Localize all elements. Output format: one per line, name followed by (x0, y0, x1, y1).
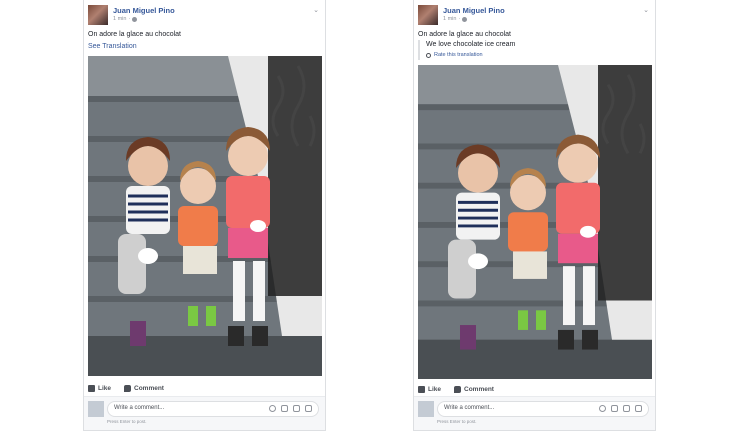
thumbs-up-icon (418, 386, 425, 393)
post-photo[interactable] (88, 56, 322, 376)
comment-placeholder: Write a comment... (114, 405, 165, 411)
photo-image (418, 65, 652, 379)
comment-label: Comment (134, 385, 164, 392)
chevron-down-icon[interactable]: ⌄ (313, 6, 319, 14)
rate-translation-link[interactable]: Rate this translation (426, 52, 483, 58)
comment-composer: Write a comment... Press Enter to post. (84, 396, 325, 430)
comment-bubble-icon (454, 386, 461, 393)
thumbs-up-icon (88, 385, 95, 392)
like-label: Like (98, 385, 112, 392)
post-text: On adore la glace au chocolat (418, 31, 512, 38)
emoji-icon[interactable] (599, 405, 606, 412)
gif-icon[interactable] (293, 405, 300, 412)
commenter-avatar (88, 401, 104, 417)
gear-icon (426, 52, 431, 58)
author-avatar[interactable] (418, 5, 438, 25)
post-meta: 1 min · (443, 16, 468, 22)
see-translation-link[interactable]: See Translation (88, 43, 137, 50)
author-name-link[interactable]: Juan Miguel Pino (443, 6, 505, 15)
chevron-down-icon[interactable]: ⌄ (643, 6, 649, 14)
press-enter-hint: Press Enter to post. (107, 419, 147, 424)
comment-button[interactable]: Comment (124, 385, 164, 392)
comment-tools (269, 405, 312, 412)
comment-bubble-icon (124, 385, 131, 392)
post-timestamp[interactable]: 1 min (443, 16, 456, 22)
author-avatar[interactable] (88, 5, 108, 25)
sticker-icon[interactable] (635, 405, 642, 412)
post-header: Juan Miguel Pino 1 min · ⌄ (418, 4, 651, 26)
photo-image (88, 56, 322, 376)
gif-icon[interactable] (623, 405, 630, 412)
post-text: On adore la glace au chocolat (88, 31, 182, 38)
press-enter-hint: Press Enter to post. (437, 419, 477, 424)
comment-button[interactable]: Comment (454, 386, 494, 393)
globe-icon[interactable] (132, 16, 138, 22)
emoji-icon[interactable] (269, 405, 276, 412)
post-header: Juan Miguel Pino 1 min · ⌄ (88, 4, 321, 26)
comment-input[interactable]: Write a comment... (437, 401, 649, 417)
meta-separator: · (128, 16, 131, 22)
author-name-link[interactable]: Juan Miguel Pino (113, 6, 175, 15)
comment-input[interactable]: Write a comment... (107, 401, 319, 417)
commenter-avatar (418, 401, 434, 417)
like-label: Like (428, 386, 442, 393)
globe-icon[interactable] (462, 16, 468, 22)
comment-tools (599, 405, 642, 412)
comment-composer: Write a comment... Press Enter to post. (414, 396, 655, 430)
post-meta: 1 min · (113, 16, 138, 22)
post-card-translated: Juan Miguel Pino 1 min · ⌄ On adore la g… (413, 0, 656, 431)
camera-icon[interactable] (281, 405, 288, 412)
sticker-icon[interactable] (305, 405, 312, 412)
comment-label: Comment (464, 386, 494, 393)
translation-block: We love chocolate ice cream Rate this tr… (418, 40, 618, 60)
meta-separator: · (458, 16, 461, 22)
like-button[interactable]: Like (418, 386, 441, 393)
rate-translation-label: Rate this translation (434, 52, 483, 58)
like-button[interactable]: Like (88, 385, 111, 392)
camera-icon[interactable] (611, 405, 618, 412)
translated-text: We love chocolate ice cream (426, 41, 516, 48)
post-card-original: Juan Miguel Pino 1 min · ⌄ On adore la g… (83, 0, 326, 431)
post-photo[interactable] (418, 65, 652, 379)
comment-placeholder: Write a comment... (444, 405, 495, 411)
post-timestamp[interactable]: 1 min (113, 16, 126, 22)
